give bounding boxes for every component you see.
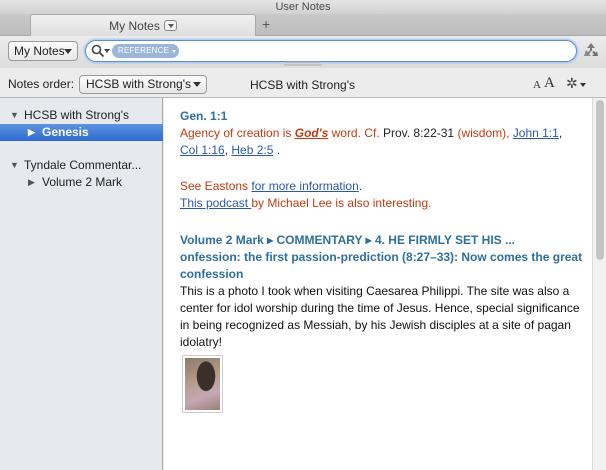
disclosure-triangle-icon[interactable]: ▼ xyxy=(10,157,19,174)
my-notes-dropdown[interactable]: My Notes xyxy=(8,41,78,61)
sidebar-item-label: Tyndale Commentar... xyxy=(24,158,142,172)
sidebar-item-label: HCSB with Strong's xyxy=(24,108,129,122)
sidebar-item-label: Genesis xyxy=(42,125,89,139)
separator: , xyxy=(558,126,563,140)
tab-menu-arrow-icon[interactable] xyxy=(163,20,177,32)
col-link[interactable]: Col 1:16 xyxy=(180,143,225,157)
sidebar-item-genesis[interactable]: ▶ Genesis xyxy=(0,124,163,141)
my-notes-dropdown-label: My Notes xyxy=(14,44,65,58)
notes-content: Gen. 1:1 Agency of creation is God's wor… xyxy=(164,98,592,470)
search-input[interactable]: REFERENCE xyxy=(85,40,577,62)
disclosure-triangle-icon[interactable]: ▶ xyxy=(28,124,35,141)
search-menu-arrow-icon[interactable] xyxy=(104,49,110,53)
tab-my-notes[interactable]: My Notes xyxy=(30,14,256,37)
disclosure-triangle-icon[interactable]: ▶ xyxy=(28,174,35,191)
chevron-down-icon xyxy=(64,49,72,54)
note-text-span: Agency of creation is xyxy=(180,126,295,140)
caesarea-photo[interactable] xyxy=(185,358,220,410)
separator: . xyxy=(273,143,281,157)
john-link[interactable]: John 1:1 xyxy=(513,126,559,140)
disclosure-triangle-icon[interactable]: ▼ xyxy=(10,107,19,124)
content-scrollbar[interactable] xyxy=(592,98,606,470)
note-breadcrumb-link[interactable]: Volume 2 Mark ▸ COMMENTARY ▸ 4. HE FIRML… xyxy=(180,232,584,249)
notes-order-selected: HCSB with Strong's xyxy=(86,77,191,91)
add-tab-button[interactable]: + xyxy=(262,16,270,32)
chevron-down-icon xyxy=(193,82,201,87)
user-notes-window: User Notes My Notes + My Notes REFERENCE xyxy=(0,0,606,470)
note-text-span: (wisdom), xyxy=(454,126,513,140)
search-icon[interactable] xyxy=(91,44,105,58)
more-information-link[interactable]: for more information xyxy=(251,179,358,193)
resource-title: HCSB with Strong's xyxy=(250,78,355,92)
sidebar-item-tyndale[interactable]: ▼ Tyndale Commentar... xyxy=(0,157,163,174)
gods-emphasis: God's xyxy=(294,126,329,140)
note-text-span: See Eastons xyxy=(180,179,252,193)
heb-link[interactable]: Heb 2:5 xyxy=(231,143,273,157)
sidebar-item-label: Volume 2 Mark xyxy=(42,175,123,189)
notes-sidebar: ▼ HCSB with Strong's ▶ Genesis ▼ Tyndale… xyxy=(0,98,163,470)
note-body-text: This is a photo I took when visiting Cae… xyxy=(180,284,580,349)
token-chevron-icon xyxy=(172,50,177,53)
reference-search-token[interactable]: REFERENCE xyxy=(112,44,180,58)
increase-font-button[interactable]: A xyxy=(544,75,555,92)
reference-token-label: REFERENCE xyxy=(118,46,170,55)
note-text-span: word. Cf. xyxy=(328,126,383,140)
note-text: Agency of creation is God's word. Cf. Pr… xyxy=(180,125,580,159)
decrease-font-button[interactable]: A xyxy=(533,79,541,91)
prov-reference: Prov. 8:22-31 xyxy=(382,126,455,140)
scrollbar-thumb[interactable] xyxy=(596,100,604,260)
tab-label: My Notes xyxy=(109,19,160,33)
note-text-span: by Michael Lee is also interesting. xyxy=(251,196,432,210)
photo-thumbnail[interactable] xyxy=(182,355,223,413)
notes-order-select[interactable]: HCSB with Strong's xyxy=(79,75,207,94)
sidebar-item-volume-2-mark[interactable]: ▶ Volume 2 Mark xyxy=(0,174,163,191)
sync-icon[interactable] xyxy=(581,41,601,61)
note-section-heading[interactable]: onfession: the first passion-prediction … xyxy=(180,249,584,283)
notes-order-label: Notes order: xyxy=(8,77,75,91)
note-mark: Volume 2 Mark ▸ COMMENTARY ▸ 4. HE FIRML… xyxy=(180,232,584,351)
toolbar: My Notes REFERENCE xyxy=(0,36,606,68)
note-eastons: See Eastons for more information. This p… xyxy=(180,178,580,212)
sidebar-item-hcsb[interactable]: ▼ HCSB with Strong's xyxy=(0,107,163,124)
window-title: User Notes xyxy=(0,0,606,14)
notes-order-bar: Notes order: HCSB with Strong's HCSB wit… xyxy=(0,70,606,98)
gear-icon[interactable]: ✲ xyxy=(566,76,578,90)
tab-strip: My Notes + xyxy=(0,14,606,37)
note-reference-link[interactable]: Gen. 1:1 xyxy=(180,108,580,125)
resize-grip-icon[interactable] xyxy=(284,61,322,66)
separator: . xyxy=(358,179,363,193)
podcast-link[interactable]: This podcast xyxy=(180,196,251,210)
note-genesis: Gen. 1:1 Agency of creation is God's wor… xyxy=(180,108,580,159)
gear-menu-arrow-icon[interactable] xyxy=(580,83,586,87)
